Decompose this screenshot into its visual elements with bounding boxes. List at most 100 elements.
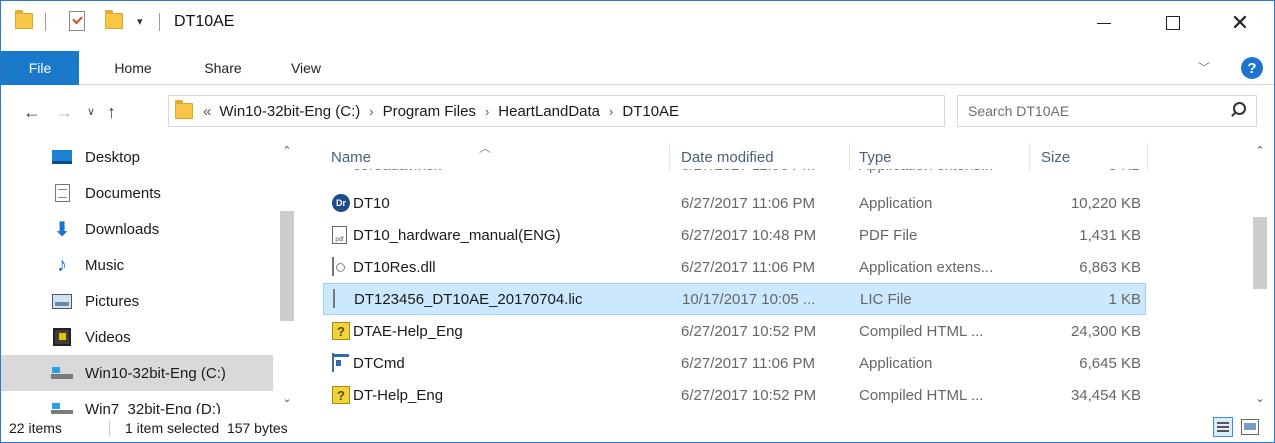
forward-arrow-icon[interactable]: → bbox=[55, 102, 73, 123]
help-file-icon: ? bbox=[332, 322, 350, 340]
file-size: 1,431 KB bbox=[1079, 226, 1141, 244]
scroll-down-icon[interactable]: ⌄ bbox=[273, 389, 301, 407]
file-size: 6,645 KB bbox=[1079, 354, 1141, 372]
scroll-up-icon[interactable]: ⌃ bbox=[1246, 141, 1274, 159]
nav-item-pictures[interactable]: Pictures bbox=[1, 283, 281, 319]
nav-item-drive-d[interactable]: Win7_32bit-Eng (D:) bbox=[1, 391, 281, 414]
file-type: LIC File bbox=[860, 290, 912, 308]
file-name: DTAE-Help_Eng bbox=[353, 322, 463, 340]
new-folder-icon[interactable] bbox=[105, 10, 123, 29]
file-date: 6/27/2017 10:48 PM bbox=[681, 226, 817, 244]
file-type: Compiled HTML ... bbox=[859, 386, 984, 404]
tab-file[interactable]: File bbox=[1, 51, 79, 85]
nav-item-music[interactable]: ♪ Music bbox=[1, 247, 281, 283]
file-name: DT123456_DT10AE_20170704.lic bbox=[354, 290, 583, 308]
scroll-up-icon[interactable]: ⌃ bbox=[273, 141, 301, 159]
table-row-selected[interactable]: DT123456_DT10AE_20170704.lic 10/17/2017 … bbox=[323, 283, 1146, 315]
nav-item-label: Desktop bbox=[85, 148, 141, 166]
scroll-down-icon[interactable]: ⌄ bbox=[1246, 389, 1274, 407]
file-date: 6/27/2017 10:52 PM bbox=[681, 322, 817, 340]
ribbon-tabs: File Home Share View ﹀ ? bbox=[1, 51, 1274, 85]
separator bbox=[159, 13, 160, 31]
table-row[interactable]: ? DTAE-Help_Eng 6/27/2017 10:52 PM Compi… bbox=[323, 315, 1146, 347]
breadcrumb-overflow-icon[interactable]: « bbox=[203, 103, 211, 120]
nav-item-videos[interactable]: Videos bbox=[1, 319, 281, 355]
column-divider[interactable] bbox=[849, 143, 850, 171]
column-divider[interactable] bbox=[669, 143, 670, 171]
file-size: 6,863 KB bbox=[1079, 258, 1141, 276]
nav-item-documents[interactable]: Documents bbox=[1, 175, 281, 211]
file-name: DT-Help_Eng bbox=[353, 386, 444, 404]
file-type: Compiled HTML ... bbox=[859, 322, 984, 340]
breadcrumb-item-drive[interactable]: Win10-32bit-Eng (C:) bbox=[219, 103, 360, 120]
chevron-right-icon[interactable]: › bbox=[369, 104, 373, 119]
back-arrow-icon[interactable]: ← bbox=[23, 102, 41, 123]
address-bar[interactable]: « Win10-32bit-Eng (C:) › Program Files ›… bbox=[168, 95, 1095, 127]
explorer-window: ▾ DT10AE ✕ File Home Share View ﹀ ? ← → … bbox=[0, 0, 1275, 443]
details-view-icon[interactable] bbox=[1213, 417, 1233, 437]
documents-icon bbox=[51, 184, 73, 202]
column-divider[interactable] bbox=[1147, 143, 1148, 171]
table-row[interactable]: Dr DT10 6/27/2017 11:06 PM Application 1… bbox=[323, 187, 1146, 219]
pictures-icon bbox=[51, 292, 73, 310]
nav-item-label: Win10-32bit-Eng (C:) bbox=[85, 364, 226, 382]
maximize-button[interactable] bbox=[1141, 1, 1205, 45]
tab-share[interactable]: Share bbox=[181, 51, 265, 85]
expand-ribbon-icon[interactable]: ﹀ bbox=[1198, 59, 1210, 76]
up-arrow-icon[interactable]: ↑ bbox=[107, 102, 116, 123]
window-title: DT10AE bbox=[174, 13, 235, 30]
file-date: 6/27/2017 11:06 PM bbox=[681, 258, 815, 276]
search-placeholder: Search DT10AE bbox=[968, 103, 1070, 119]
nav-scrollbar[interactable]: ⌃ ⌄ bbox=[273, 139, 301, 414]
column-divider[interactable] bbox=[1029, 143, 1030, 171]
drive-icon bbox=[51, 400, 73, 414]
search-icon[interactable] bbox=[1230, 102, 1246, 116]
large-icons-view-icon[interactable] bbox=[1241, 419, 1259, 435]
file-icon bbox=[333, 289, 349, 308]
close-button[interactable]: ✕ bbox=[1208, 1, 1272, 45]
status-bar: 22 items 1 item selected 157 bytes bbox=[1, 414, 1274, 442]
help-icon[interactable]: ? bbox=[1241, 57, 1263, 79]
file-list-scroll-thumb[interactable] bbox=[1253, 217, 1267, 289]
properties-icon[interactable] bbox=[69, 11, 85, 31]
table-row[interactable]: ? DT-Help_Eng 6/27/2017 10:52 PM Compile… bbox=[323, 379, 1146, 411]
tab-home[interactable]: Home bbox=[93, 51, 173, 85]
table-row-partial[interactable]: coreadav.rick 6/27/2017 11:06 PM Applica… bbox=[323, 169, 1146, 181]
file-date: 6/27/2017 11:06 PM bbox=[681, 169, 815, 181]
address-row: ← → ∨ ↑ « Win10-32bit-Eng (C:) › Program… bbox=[1, 85, 1274, 139]
chevron-right-icon[interactable]: › bbox=[609, 104, 613, 119]
file-list-scrollbar[interactable]: ⌃ ⌄ bbox=[1246, 139, 1274, 414]
maximize-icon bbox=[1166, 16, 1180, 30]
item-count: 22 items bbox=[9, 420, 62, 436]
nav-item-drive-c[interactable]: Win10-32bit-Eng (C:) bbox=[1, 355, 281, 391]
search-input[interactable]: Search DT10AE bbox=[957, 95, 1257, 127]
nav-item-label: Pictures bbox=[85, 292, 140, 310]
table-row[interactable]: pdf DT10_hardware_manual(ENG) 6/27/2017 … bbox=[323, 219, 1146, 251]
file-size: 24,300 KB bbox=[1070, 322, 1141, 340]
breadcrumb-item-dt10ae[interactable]: DT10AE bbox=[622, 103, 679, 120]
minimize-icon bbox=[1097, 22, 1111, 24]
breadcrumb-item-heartlanddata[interactable]: HeartLandData bbox=[498, 103, 600, 120]
customize-toolbar-dropdown-icon[interactable]: ▾ bbox=[137, 15, 143, 28]
minimize-button[interactable] bbox=[1072, 1, 1136, 45]
drive-icon bbox=[51, 364, 73, 382]
chevron-right-icon[interactable]: › bbox=[485, 104, 489, 119]
nav-item-desktop[interactable]: Desktop bbox=[1, 139, 281, 175]
folder-icon bbox=[175, 100, 193, 123]
pdf-icon: pdf bbox=[332, 226, 348, 244]
file-type: Application bbox=[859, 194, 933, 212]
table-row[interactable]: DT10Res.dll 6/27/2017 11:06 PM Applicati… bbox=[323, 251, 1146, 283]
file-date: 10/17/2017 10:05 ... bbox=[682, 290, 816, 308]
close-icon: ✕ bbox=[1230, 10, 1250, 35]
breadcrumb-item-program-files[interactable]: Program Files bbox=[383, 103, 476, 120]
videos-icon bbox=[51, 328, 73, 346]
breadcrumb: « Win10-32bit-Eng (C:) › Program Files ›… bbox=[203, 103, 679, 120]
nav-item-downloads[interactable]: ⬇ Downloads bbox=[1, 211, 281, 247]
recent-locations-chevron-icon[interactable]: ∨ bbox=[87, 105, 95, 118]
file-size: 5 KB bbox=[1041, 169, 1141, 181]
file-type: Application extens... bbox=[859, 258, 994, 276]
tab-view[interactable]: View bbox=[273, 51, 339, 85]
table-row[interactable]: DTCmd 6/27/2017 11:06 PM Application 6,6… bbox=[323, 347, 1146, 379]
file-date: 6/27/2017 11:06 PM bbox=[681, 194, 815, 212]
nav-scroll-thumb[interactable] bbox=[280, 211, 294, 321]
